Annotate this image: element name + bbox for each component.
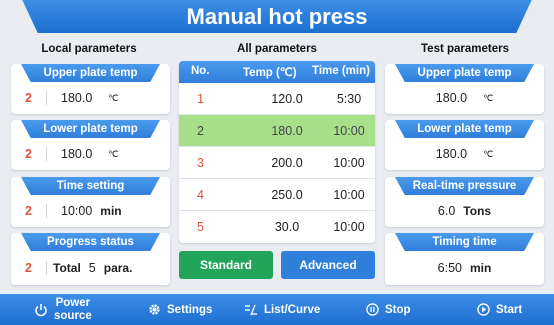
card-header: Time setting <box>21 177 160 195</box>
card-header: Timing time <box>395 233 534 251</box>
row-time: 10:00 <box>333 156 365 170</box>
row-no: 5 <box>197 220 204 234</box>
start-label: Start <box>496 303 523 316</box>
segment-index: 2 <box>11 91 47 105</box>
card-header: Lower plate temp <box>395 120 534 138</box>
row-temp: 200.0 <box>271 156 303 170</box>
value: 5 <box>88 261 96 275</box>
card-header: Lower plate temp <box>21 120 160 138</box>
test-parameters-title: Test parameters <box>421 43 509 55</box>
table-row[interactable]: 4 250.0 10:00 <box>179 179 375 211</box>
unit: ℃ <box>483 92 494 103</box>
bottom-bar: Power source Settings List/Curve Stop St… <box>0 294 554 325</box>
value: 180.0 <box>61 91 93 105</box>
unit: para. <box>103 261 133 275</box>
settings-button[interactable]: Settings <box>148 294 212 325</box>
card-header: Real-time pressure <box>395 177 534 195</box>
row-time: 10:00 <box>333 220 365 234</box>
unit: ℃ <box>483 148 494 159</box>
value: 10:00 <box>61 204 93 218</box>
unit: ℃ <box>108 148 119 159</box>
segment-index: 2 <box>11 261 47 275</box>
local-time-setting-card[interactable]: Time setting 2 10:00 min <box>11 177 170 227</box>
start-button[interactable]: Start <box>477 294 522 325</box>
card-header: Progress status <box>21 233 160 251</box>
advanced-button[interactable]: Advanced <box>281 251 375 279</box>
unit: min <box>100 204 122 218</box>
page-title: Manual hot press <box>186 4 368 29</box>
value: 6:50 <box>437 261 462 275</box>
gear-icon <box>149 304 160 315</box>
total-label: Total <box>53 261 81 275</box>
row-no: 2 <box>197 124 204 138</box>
row-temp: 250.0 <box>271 188 303 202</box>
title-bar: Manual hot press <box>0 0 554 33</box>
row-temp: 120.0 <box>271 92 303 106</box>
header-time: Time (min) <box>312 65 370 77</box>
row-no: 3 <box>197 156 204 170</box>
header-no: No. <box>191 65 210 77</box>
stop-label: Stop <box>385 303 411 316</box>
list-curve-label: List/Curve <box>264 303 321 316</box>
row-temp: 30.0 <box>274 220 300 234</box>
header-temp: Temp (℃) <box>243 67 297 79</box>
segment-index: 2 <box>11 204 47 218</box>
row-no: 4 <box>197 188 204 202</box>
power-icon <box>35 303 47 316</box>
local-upper-temp-card[interactable]: Upper plate temp 2 180.0 ℃ <box>11 64 170 114</box>
all-parameters-title: All parameters <box>237 43 317 55</box>
card-header: Upper plate temp <box>21 64 160 82</box>
row-time: 10:00 <box>333 124 365 138</box>
power-source-button[interactable]: Power source <box>34 294 92 325</box>
list-curve-icon <box>245 304 257 315</box>
power-label-line1: Power <box>55 296 91 309</box>
table-header: No. Temp (℃) Time (min) <box>179 61 375 83</box>
parameters-table: No. Temp (℃) Time (min) 1 120.0 5:30 2 1… <box>179 61 375 243</box>
test-timing-card: Timing time 6:50 min <box>385 233 544 285</box>
unit: ℃ <box>108 92 119 103</box>
test-pressure-card: Real-time pressure 6.0 Tons <box>385 177 544 227</box>
row-no: 1 <box>197 92 204 106</box>
card-header: Upper plate temp <box>395 64 534 82</box>
local-progress-card: Progress status 2 Total 5 para. <box>11 233 170 285</box>
row-time: 5:30 <box>336 92 362 106</box>
segment-index: 2 <box>11 147 47 161</box>
power-label-line2: source <box>54 309 92 322</box>
list-curve-button[interactable]: List/Curve <box>244 294 320 325</box>
standard-button[interactable]: Standard <box>179 251 273 279</box>
test-upper-temp-card: Upper plate temp 180.0 ℃ <box>385 64 544 114</box>
unit: Tons <box>463 204 492 218</box>
test-lower-temp-card: Lower plate temp 180.0 ℃ <box>385 120 544 170</box>
table-row-selected[interactable]: 2 180.0 10:00 <box>179 115 375 147</box>
stop-button[interactable]: Stop <box>366 294 411 325</box>
settings-label: Settings <box>167 303 213 316</box>
start-icon <box>477 303 490 316</box>
stop-icon <box>366 303 379 316</box>
table-row[interactable]: 3 200.0 10:00 <box>179 147 375 179</box>
row-temp: 180.0 <box>271 124 303 138</box>
value: 6.0 <box>437 204 456 218</box>
table-row[interactable]: 5 30.0 10:00 <box>179 211 375 243</box>
value: 180.0 <box>435 147 468 161</box>
value: 180.0 <box>61 147 93 161</box>
row-time: 10:00 <box>333 188 365 202</box>
local-lower-temp-card[interactable]: Lower plate temp 2 180.0 ℃ <box>11 120 170 170</box>
unit: min <box>470 261 492 275</box>
local-parameters-title: Local parameters <box>41 43 137 55</box>
value: 180.0 <box>435 91 468 105</box>
table-row[interactable]: 1 120.0 5:30 <box>179 83 375 115</box>
